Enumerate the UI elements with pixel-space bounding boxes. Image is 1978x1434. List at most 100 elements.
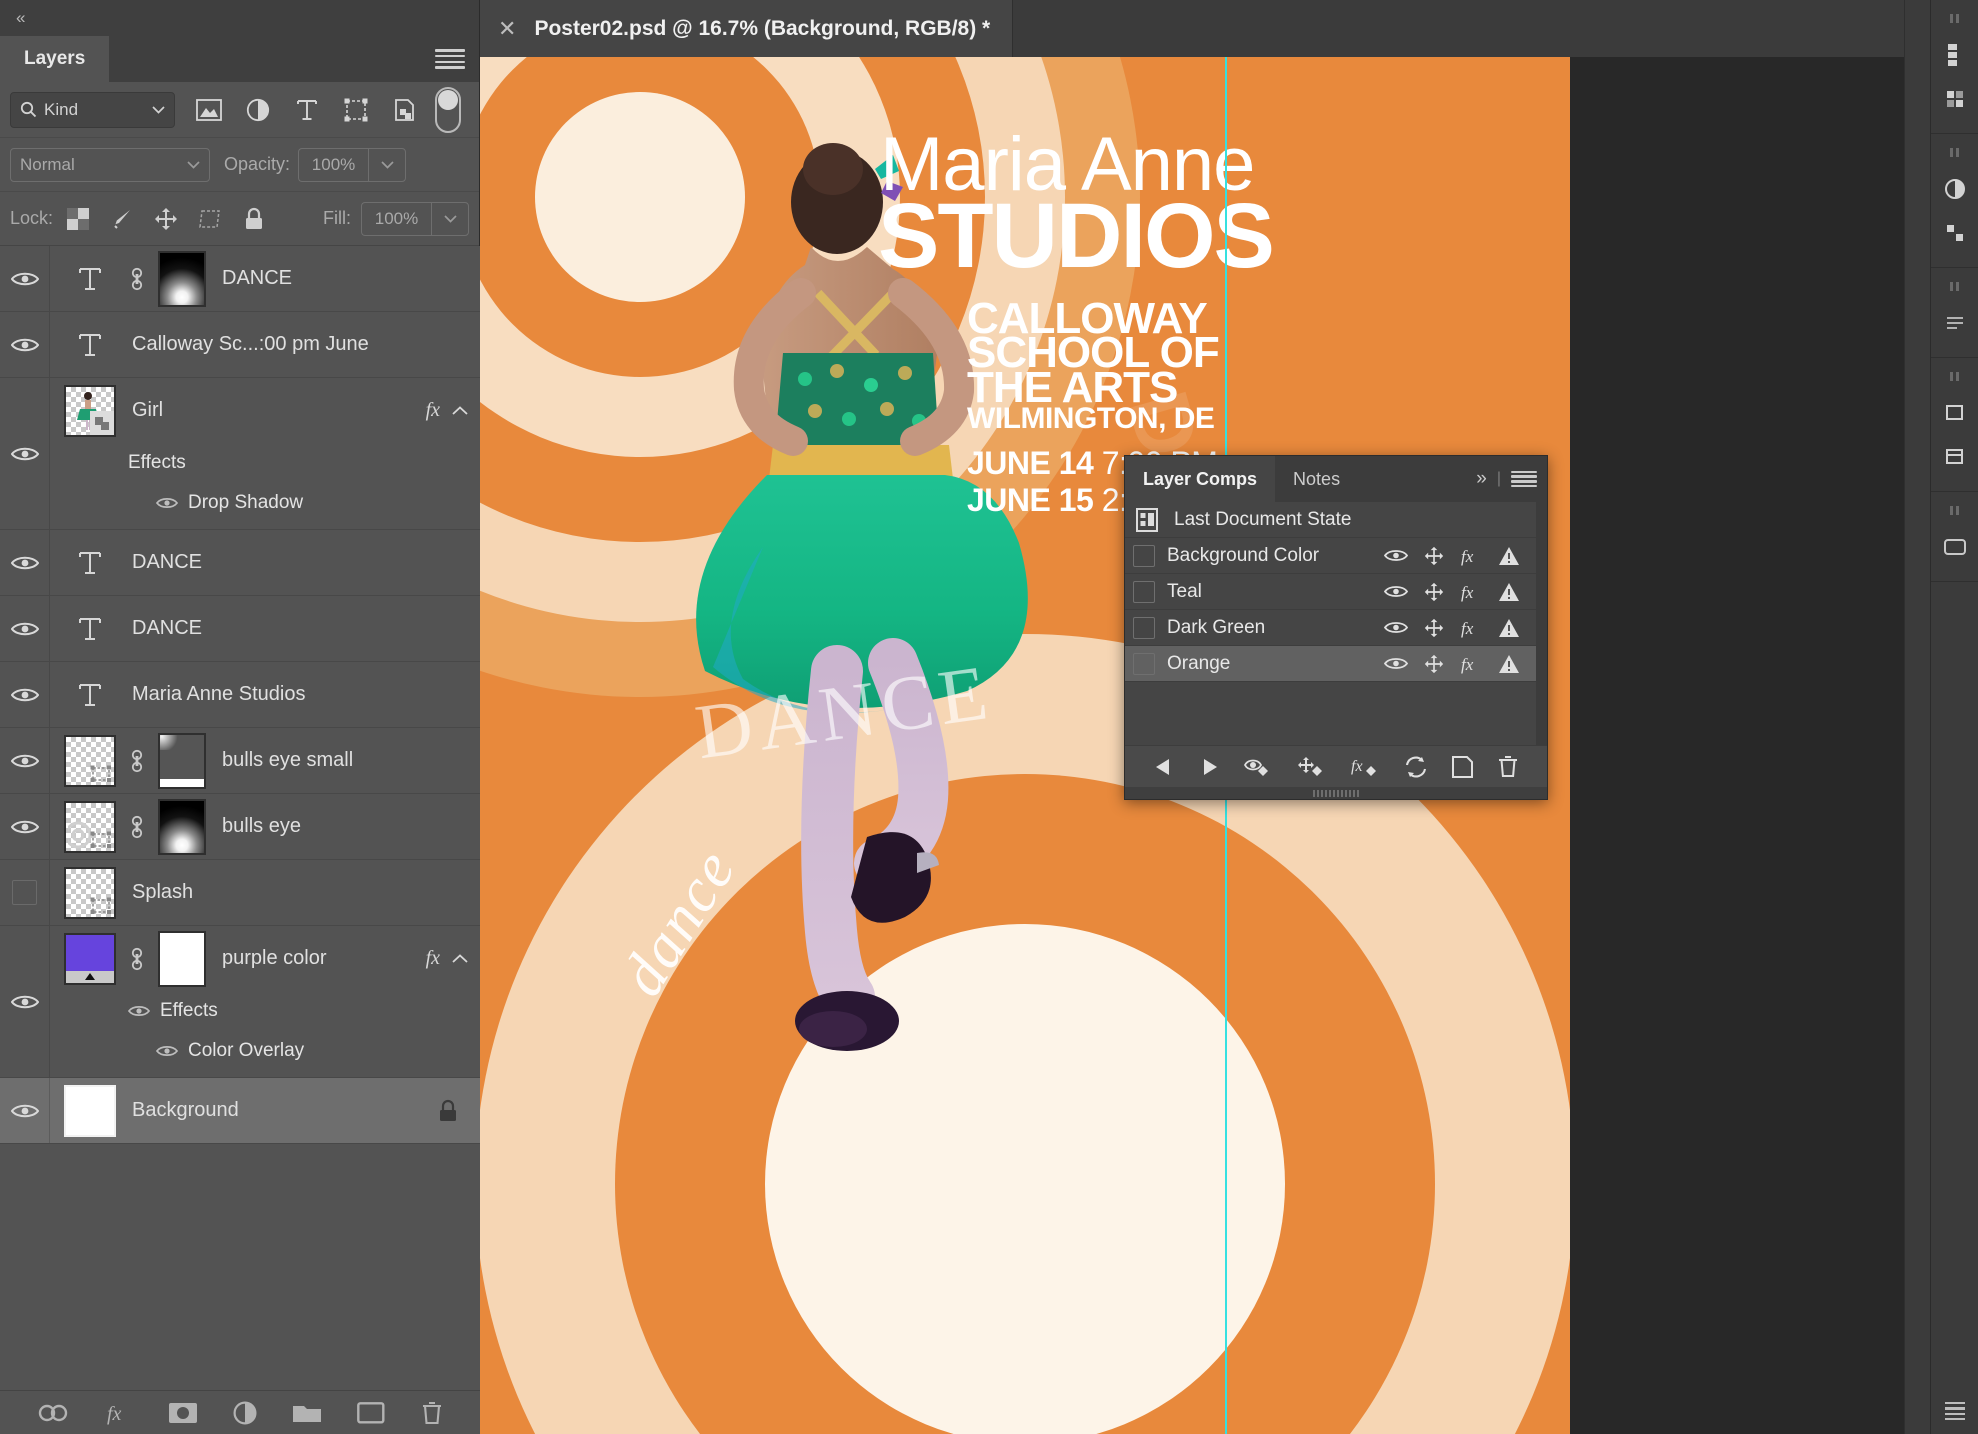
- new-comp-icon[interactable]: [1452, 756, 1474, 778]
- smart-object-filter-icon[interactable]: [381, 89, 429, 131]
- list-item[interactable]: Orange fx: [1125, 646, 1536, 682]
- table-row[interactable]: Background: [0, 1078, 480, 1144]
- table-row[interactable]: Splash: [0, 860, 480, 926]
- tab-notes[interactable]: Notes: [1275, 456, 1358, 502]
- link-mask-icon[interactable]: [126, 946, 148, 972]
- layer-mask-thumbnail[interactable]: [158, 251, 206, 307]
- layers-panel-menu-icon[interactable]: [435, 49, 465, 69]
- lock-all-icon[interactable]: [237, 202, 271, 236]
- libraries-panel-icon[interactable]: [1931, 391, 1978, 435]
- delete-comp-icon[interactable]: [1497, 755, 1519, 779]
- position-move-icon[interactable]: [1424, 546, 1444, 566]
- dock-rail[interactable]: [1904, 0, 1930, 1434]
- warning-icon[interactable]: [1498, 654, 1520, 674]
- filter-kind-select[interactable]: Kind: [10, 92, 175, 128]
- table-row[interactable]: Calloway Sc...:00 pm June: [0, 312, 480, 378]
- lock-position-icon[interactable]: [149, 202, 183, 236]
- position-move-icon[interactable]: [1424, 582, 1444, 602]
- layer-visibility-toggle[interactable]: [0, 728, 50, 793]
- effect-visibility-eye-icon[interactable]: [156, 1044, 178, 1058]
- effects-group-row[interactable]: Effects: [128, 443, 480, 483]
- comp-apply-checkbox[interactable]: [1133, 581, 1155, 603]
- dock-drag-grip[interactable]: [1931, 8, 1978, 33]
- tab-layers[interactable]: Layers: [0, 36, 109, 82]
- table-row[interactable]: purple color fx E: [0, 926, 480, 1078]
- lock-transparent-pixels-icon[interactable]: [61, 202, 95, 236]
- lock-image-pixels-icon[interactable]: [105, 202, 139, 236]
- link-mask-icon[interactable]: [126, 748, 148, 774]
- effect-visibility-eye-icon[interactable]: [156, 496, 178, 510]
- blend-mode-select[interactable]: Normal: [10, 148, 210, 182]
- table-row[interactable]: bulls eye small: [0, 728, 480, 794]
- warning-icon[interactable]: [1498, 546, 1520, 566]
- adjustment-layer-filter-icon[interactable]: [234, 89, 282, 131]
- appearance-fx-icon[interactable]: fx: [1460, 654, 1482, 674]
- layer-visibility-toggle[interactable]: [0, 596, 50, 661]
- layer-thumbnail-girl[interactable]: [64, 385, 116, 437]
- table-row[interactable]: DANCE: [0, 530, 480, 596]
- channels-panel-icon[interactable]: [1931, 525, 1978, 569]
- effect-row-drop-shadow[interactable]: Drop Shadow: [128, 483, 480, 523]
- opacity-field[interactable]: 100%: [298, 148, 406, 182]
- tab-layer-comps[interactable]: Layer Comps: [1125, 456, 1275, 502]
- layer-comps-menu-icon[interactable]: [1511, 471, 1537, 488]
- fill-stepper-icon[interactable]: [431, 202, 469, 236]
- chevron-up-icon[interactable]: [452, 406, 468, 416]
- link-mask-icon[interactable]: [126, 266, 148, 292]
- update-comp-icon[interactable]: [1404, 756, 1428, 778]
- dock-drag-grip[interactable]: [1931, 142, 1978, 167]
- new-group-icon[interactable]: [292, 1401, 322, 1425]
- layer-mask-thumbnail[interactable]: [158, 931, 206, 987]
- effects-visibility-eye-icon[interactable]: [128, 1004, 150, 1018]
- layer-visibility-toggle[interactable]: [0, 860, 50, 925]
- dock-menu-icon[interactable]: [1931, 1402, 1978, 1420]
- layer-list[interactable]: DANCE Calloway Sc...:00 pm June: [0, 246, 480, 1390]
- apply-appearance-icon[interactable]: fx: [1351, 756, 1381, 778]
- layer-effects-fx-badge[interactable]: fx: [426, 947, 440, 970]
- color-panel-icon[interactable]: [1931, 33, 1978, 77]
- document-tab[interactable]: ✕ Poster02.psd @ 16.7% (Background, RGB/…: [480, 0, 1013, 57]
- layer-mask-thumbnail[interactable]: [158, 799, 206, 855]
- filter-enable-toggle[interactable]: [435, 87, 461, 133]
- shape-layer-filter-icon[interactable]: [332, 89, 380, 131]
- next-comp-icon[interactable]: [1198, 757, 1220, 777]
- layer-visibility-toggle[interactable]: [0, 926, 50, 1077]
- adjustments-panel-icon[interactable]: [1931, 167, 1978, 211]
- layer-mask-thumbnail[interactable]: [158, 733, 206, 789]
- add-layer-mask-icon[interactable]: [168, 1402, 198, 1424]
- effects-group-row[interactable]: Effects: [128, 991, 480, 1031]
- fill-field[interactable]: 100%: [361, 202, 469, 236]
- dock-drag-grip[interactable]: [1931, 500, 1978, 525]
- panel-resize-grip[interactable]: [1125, 787, 1547, 799]
- layer-thumbnail[interactable]: [64, 1085, 116, 1137]
- appearance-fx-icon[interactable]: fx: [1460, 618, 1482, 638]
- gradient-layer-thumbnail[interactable]: [64, 933, 116, 985]
- new-adjustment-layer-icon[interactable]: [233, 1401, 257, 1425]
- link-layers-icon[interactable]: [36, 1402, 70, 1424]
- swatches-panel-icon[interactable]: [1931, 77, 1978, 121]
- layer-thumbnail[interactable]: [64, 867, 116, 919]
- comp-apply-checkbox[interactable]: [1133, 545, 1155, 567]
- position-move-icon[interactable]: [1424, 618, 1444, 638]
- visibility-eye-icon[interactable]: [1384, 656, 1408, 671]
- list-item[interactable]: Dark Green fx: [1125, 610, 1536, 646]
- layer-visibility-toggle[interactable]: [0, 312, 50, 377]
- link-mask-icon[interactable]: [126, 814, 148, 840]
- layer-visibility-toggle[interactable]: [0, 1078, 50, 1143]
- layer-thumbnail[interactable]: [64, 801, 116, 853]
- layer-comps-list[interactable]: Last Document State Background Color fx: [1125, 502, 1536, 745]
- history-panel-icon[interactable]: [1931, 435, 1978, 479]
- layer-comps-scrollbar[interactable]: [1536, 502, 1547, 745]
- layer-visibility-toggle[interactable]: [0, 378, 50, 529]
- comp-apply-checkbox[interactable]: [1133, 617, 1155, 639]
- visibility-eye-icon[interactable]: [1384, 584, 1408, 599]
- delete-layer-icon[interactable]: [420, 1400, 444, 1426]
- new-layer-icon[interactable]: [357, 1401, 385, 1425]
- layer-visibility-toggle[interactable]: [0, 530, 50, 595]
- apply-position-icon[interactable]: [1297, 756, 1327, 778]
- close-icon[interactable]: ✕: [498, 16, 516, 42]
- list-item[interactable]: Background Color fx: [1125, 538, 1536, 574]
- appearance-fx-icon[interactable]: fx: [1460, 546, 1482, 566]
- comp-apply-checkbox[interactable]: [1133, 653, 1155, 675]
- visibility-eye-icon[interactable]: [1384, 548, 1408, 563]
